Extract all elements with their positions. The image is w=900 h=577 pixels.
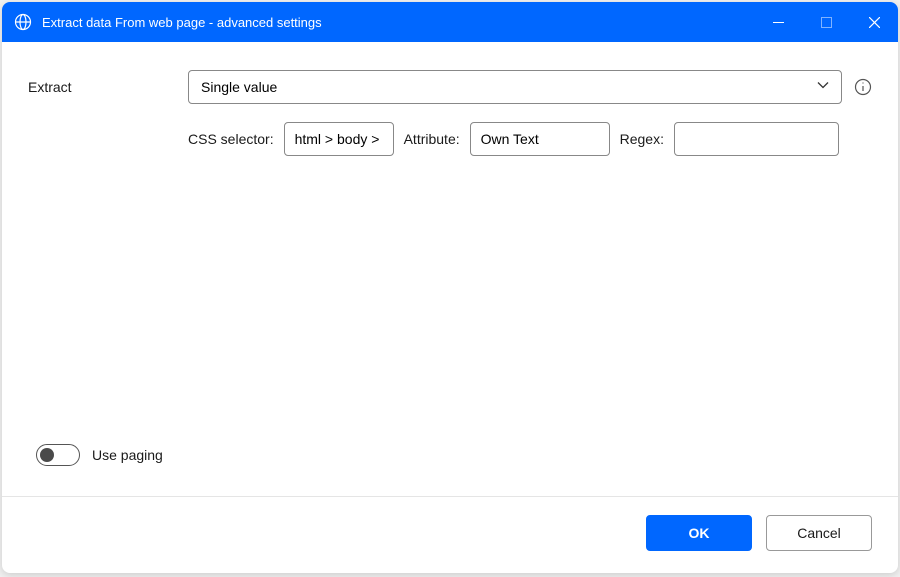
attribute-label: Attribute:	[404, 131, 460, 147]
maximize-button	[802, 2, 850, 42]
window-title: Extract data From web page - advanced se…	[42, 15, 754, 30]
dialog-window: Extract data From web page - advanced se…	[2, 2, 898, 573]
extract-label: Extract	[28, 79, 188, 95]
dialog-footer: OK Cancel	[2, 497, 898, 573]
window-controls	[754, 2, 898, 42]
minimize-button[interactable]	[754, 2, 802, 42]
selector-row: CSS selector: Attribute: Regex:	[28, 122, 872, 156]
regex-input[interactable]	[674, 122, 839, 156]
toggle-knob	[40, 448, 54, 462]
use-paging-label: Use paging	[92, 447, 163, 463]
close-button[interactable]	[850, 2, 898, 42]
dialog-content: Extract Single value	[2, 42, 898, 496]
cancel-button[interactable]: Cancel	[766, 515, 872, 551]
use-paging-toggle[interactable]	[36, 444, 80, 466]
regex-label: Regex:	[620, 131, 664, 147]
ok-button[interactable]: OK	[646, 515, 752, 551]
extract-select[interactable]: Single value	[188, 70, 842, 104]
css-selector-input[interactable]	[284, 122, 394, 156]
use-paging-row: Use paging	[36, 444, 872, 466]
extract-row: Extract Single value	[28, 70, 872, 104]
extract-select-value: Single value	[201, 79, 277, 95]
css-selector-label: CSS selector:	[188, 131, 274, 147]
globe-icon	[14, 13, 32, 31]
info-icon[interactable]	[854, 78, 872, 96]
attribute-input[interactable]	[470, 122, 610, 156]
titlebar: Extract data From web page - advanced se…	[2, 2, 898, 42]
